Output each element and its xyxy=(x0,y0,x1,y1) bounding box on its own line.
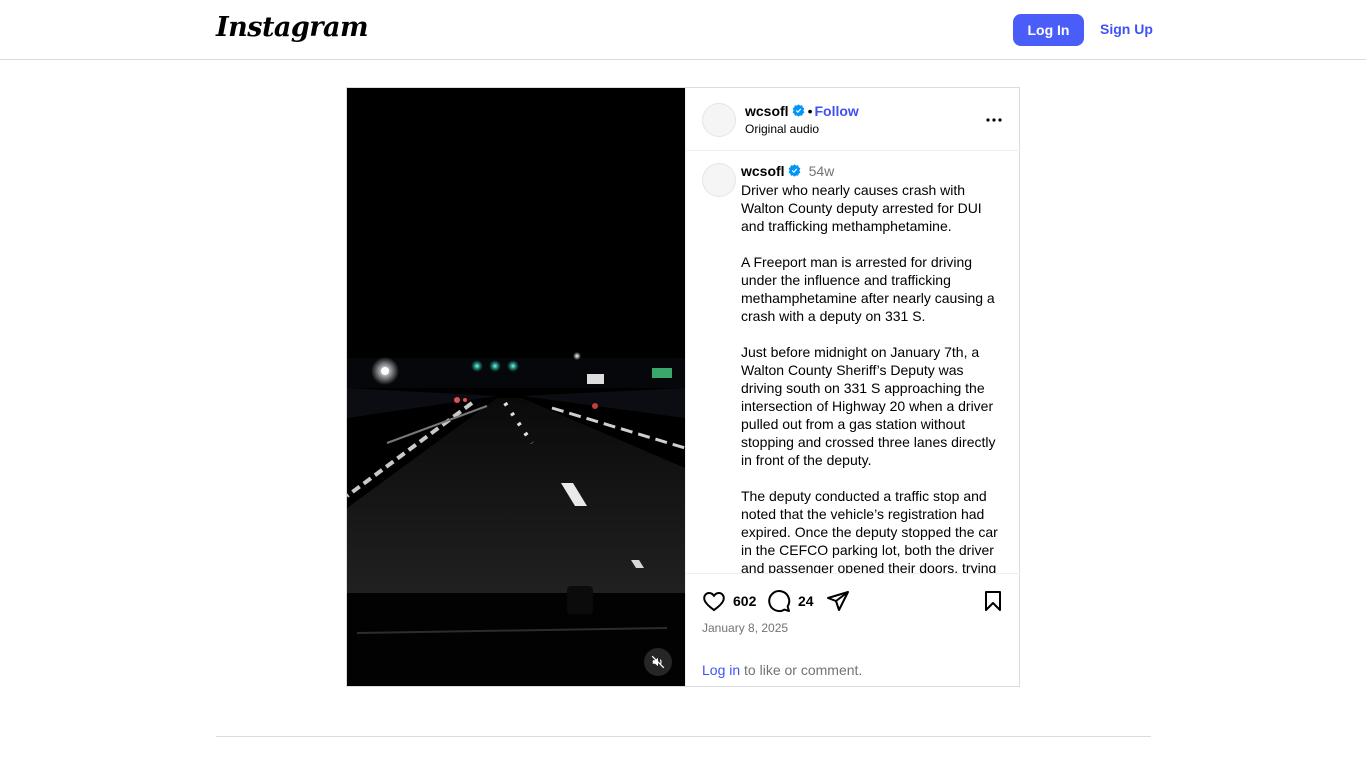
caption-author-line: wcsofl 54w xyxy=(741,163,834,181)
top-navbar: Instagram Log In Sign Up xyxy=(0,0,1366,60)
more-horizontal-icon[interactable] xyxy=(982,108,1006,132)
verified-badge-icon xyxy=(792,104,804,117)
signup-link[interactable]: Sign Up xyxy=(1100,21,1153,37)
post-actions: 602 24 January 8, 2025 Log in to like or… xyxy=(686,573,1020,687)
caption-username[interactable]: wcsofl xyxy=(741,163,785,179)
login-prompt-text: to like or comment. xyxy=(740,662,863,678)
caption-author-avatar[interactable] xyxy=(702,163,736,197)
save-action[interactable] xyxy=(981,589,1005,613)
footer-divider xyxy=(216,736,1151,737)
comment-count[interactable]: 24 xyxy=(798,593,814,609)
login-to-comment: Log in to like or comment. xyxy=(702,662,862,678)
night-road-video-frame xyxy=(347,88,685,686)
author-avatar[interactable] xyxy=(702,103,736,137)
post-sidebar: wcsofl • Follow Original audio wcsofl 54w D… xyxy=(685,88,1020,686)
like-count[interactable]: 602 xyxy=(733,593,756,609)
comment-icon[interactable] xyxy=(767,589,791,613)
author-username[interactable]: wcsofl xyxy=(745,103,789,119)
post-date[interactable]: January 8, 2025 xyxy=(702,621,788,635)
bookmark-icon[interactable] xyxy=(981,589,1005,613)
mute-toggle-button[interactable] xyxy=(644,648,672,676)
verified-badge-icon xyxy=(788,164,800,177)
caption-scroll-area[interactable]: wcsofl 54w Driver who nearly causes crash… xyxy=(686,151,1020,573)
post-caption: Driver who nearly causes crash with Walt… xyxy=(741,182,998,573)
audio-label[interactable]: Original audio xyxy=(745,122,819,136)
login-button[interactable]: Log In xyxy=(1013,14,1084,46)
post-header: wcsofl • Follow Original audio xyxy=(686,88,1020,151)
speaker-muted-icon xyxy=(651,655,665,669)
instagram-logo[interactable]: Instagram xyxy=(216,12,369,43)
separator-dot: • xyxy=(807,103,813,119)
follow-button[interactable]: Follow xyxy=(814,103,858,119)
share-action[interactable] xyxy=(826,589,850,613)
like-action[interactable]: 602 xyxy=(702,589,756,613)
reel-video[interactable] xyxy=(347,88,685,686)
post-container: wcsofl • Follow Original audio wcsofl 54w D… xyxy=(346,87,1020,687)
author-line: wcsofl • Follow xyxy=(745,103,859,121)
post-time-ago[interactable]: 54w xyxy=(809,163,835,179)
comment-action[interactable]: 24 xyxy=(767,589,814,613)
login-link[interactable]: Log in xyxy=(702,662,740,678)
heart-icon[interactable] xyxy=(702,589,726,613)
send-icon[interactable] xyxy=(826,589,850,613)
